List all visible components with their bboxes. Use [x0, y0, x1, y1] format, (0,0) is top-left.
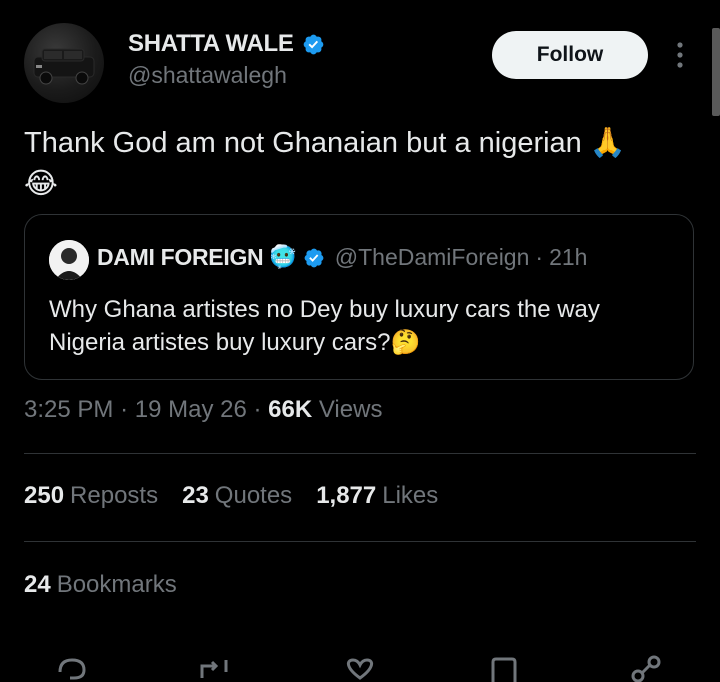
- tweet-text-body: Thank God am not Ghanaian but a nigerian: [24, 127, 582, 159]
- verified-badge-icon: [304, 248, 324, 267]
- quotes-count: 23: [182, 482, 209, 509]
- pray-emoji: 🙏: [589, 125, 626, 159]
- verified-badge-icon: [303, 34, 323, 54]
- tweet-text: Thank God am not Ghanaian but a nigerian…: [24, 122, 684, 204]
- laugh-emoji: 😂: [24, 166, 58, 200]
- quoted-time[interactable]: 21h: [549, 244, 587, 271]
- views-label: Views: [318, 396, 383, 423]
- quoted-text-body: Why Ghana artistes no Dey buy luxury car…: [49, 296, 600, 356]
- divider: [24, 541, 696, 542]
- likes-count: 1,877: [316, 482, 377, 509]
- quoted-avatar[interactable]: [49, 240, 89, 280]
- author-handle[interactable]: @shattawalegh: [128, 62, 287, 89]
- share-icon[interactable]: [626, 652, 666, 682]
- bookmarks-label: Bookmarks: [56, 571, 177, 598]
- bookmarks-stat[interactable]: 24 Bookmarks: [24, 571, 177, 599]
- quoted-tweet[interactable]: DAMI FOREIGN 🥶 @TheDamiForeign · 21h Why…: [24, 214, 694, 380]
- bookmark-icon[interactable]: [484, 652, 524, 682]
- action-bar: [0, 652, 720, 682]
- meta-separator: ·: [120, 396, 129, 423]
- thinking-emoji: 🤔: [390, 328, 421, 356]
- likes-stat[interactable]: 1,877 Likes: [316, 482, 438, 510]
- likes-label: Likes: [382, 482, 439, 509]
- meta-separator: ·: [253, 396, 262, 423]
- tweet-time[interactable]: 3:25 PM: [24, 396, 113, 423]
- quoted-header: DAMI FOREIGN 🥶 @TheDamiForeign · 21h: [97, 244, 587, 271]
- bookmarks-count: 24: [24, 571, 51, 598]
- follow-button[interactable]: Follow: [492, 31, 648, 79]
- divider: [24, 453, 696, 454]
- quoted-handle[interactable]: @TheDamiForeign: [335, 244, 530, 271]
- quoted-name[interactable]: DAMI FOREIGN: [97, 244, 264, 271]
- author-avatar[interactable]: [24, 23, 104, 103]
- reposts-label: Reposts: [70, 482, 159, 509]
- reply-icon[interactable]: [52, 652, 92, 682]
- views-count: 66K: [268, 396, 313, 423]
- author-name[interactable]: SHATTA WALE: [128, 30, 294, 58]
- quotes-stat[interactable]: 23 Quotes: [182, 482, 292, 510]
- engagement-stats: 250 Reposts 23 Quotes 1,877 Likes: [24, 482, 438, 510]
- tweet-meta: 3:25 PM · 19 May 26 · 66K Views: [24, 396, 382, 424]
- quotes-label: Quotes: [214, 482, 293, 509]
- author-name-row: SHATTA WALE: [128, 30, 325, 58]
- reposts-count: 250: [24, 482, 65, 509]
- reposts-stat[interactable]: 250 Reposts: [24, 482, 158, 510]
- scrollbar[interactable]: [712, 28, 720, 116]
- quoted-text: Why Ghana artistes no Dey buy luxury car…: [49, 293, 669, 359]
- cold-face-emoji: 🥶: [269, 245, 297, 270]
- more-vertical-icon[interactable]: [670, 40, 690, 70]
- tweet-date[interactable]: 19 May 26: [135, 396, 247, 423]
- quoted-separator: ·: [535, 244, 544, 270]
- person-image: [49, 240, 89, 280]
- car-image: [33, 48, 95, 85]
- repost-icon[interactable]: [194, 652, 234, 682]
- heart-icon[interactable]: [340, 652, 380, 682]
